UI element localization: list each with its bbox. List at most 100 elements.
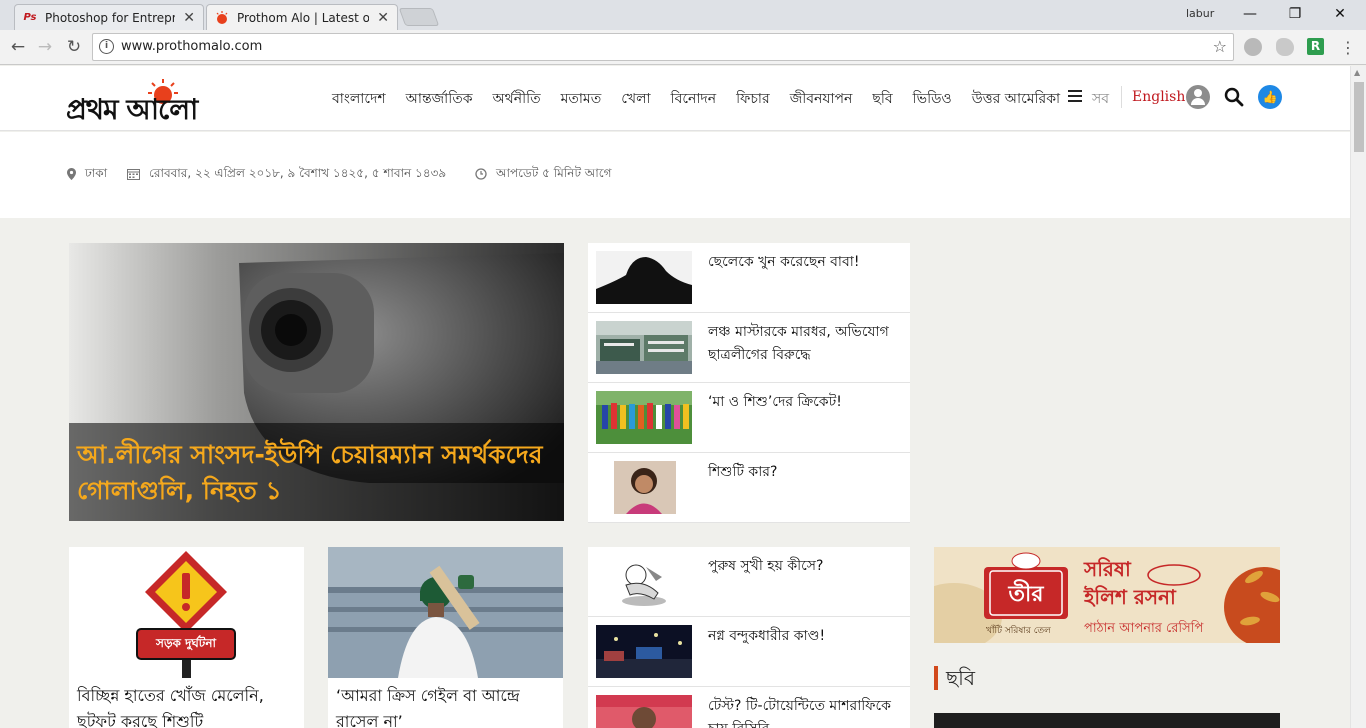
ad-title-line2: ইলিশ রসনা bbox=[1084, 585, 1176, 609]
story-headline[interactable]: শিশুটি কার? bbox=[708, 461, 903, 484]
new-tab-button[interactable] bbox=[398, 8, 440, 26]
lead-story-headline[interactable]: আ.লীগের সাংসদ-ইউপি চেয়ারম্যান সমর্থকদের… bbox=[77, 437, 557, 509]
photo-section-image[interactable] bbox=[934, 713, 1280, 728]
side-story-list-2: পুরুষ সুখী হয় কীসে? নগ্ন বন্দুকধারীর কা… bbox=[588, 547, 910, 728]
nav-item-north-america[interactable]: উত্তর আমেরিকা bbox=[972, 87, 1060, 111]
header-divider bbox=[1121, 86, 1122, 108]
story-headline[interactable]: নগ্ন বন্দুকধারীর কাণ্ড! bbox=[708, 625, 903, 648]
url-text[interactable]: www.prothomalo.com bbox=[121, 39, 262, 54]
list-item[interactable]: লঞ্চ মাস্টারকে মারধর, অভিযোগ ছাত্রলীগের … bbox=[588, 313, 910, 383]
story-headline[interactable]: ‘মা ও শিশু’দের ক্রিকেট! bbox=[708, 391, 903, 414]
location-text: ঢাকা bbox=[85, 166, 108, 180]
close-window-button[interactable]: ✕ bbox=[1320, 3, 1360, 25]
cloud-extension-icon[interactable] bbox=[1276, 38, 1294, 56]
story-card-image: সড়ক দুর্ঘটনা bbox=[69, 547, 304, 678]
browser-tab-bar: Ps Photoshop for Entrepren ✕ Prothom Alo… bbox=[0, 0, 1366, 30]
photoshop-favicon-icon: Ps bbox=[23, 12, 37, 23]
story-thumbnail bbox=[596, 391, 692, 444]
story-card[interactable]: ‘আমরা ক্রিস গেইল বা আন্দ্রে রাসেল না’ bbox=[328, 547, 563, 728]
tab-prothom-alo[interactable]: Prothom Alo | Latest onli ✕ bbox=[206, 4, 398, 30]
list-item[interactable]: পুরুষ সুখী হয় কীসে? bbox=[588, 547, 910, 617]
story-thumbnail bbox=[596, 461, 692, 514]
back-button[interactable]: ← bbox=[6, 36, 30, 58]
ad-subline: পাঠান আপনার রেসিপি bbox=[1084, 621, 1204, 636]
prothom-alo-favicon-icon bbox=[215, 10, 229, 25]
update-info: আপডেট ৫ মিনিট আগে bbox=[475, 165, 611, 185]
nav-item-bangladesh[interactable]: বাংলাদেশ bbox=[332, 87, 386, 111]
story-card-image bbox=[328, 547, 563, 678]
nav-item-opinion[interactable]: মতামত bbox=[561, 87, 602, 111]
location-info: ঢাকা bbox=[67, 165, 107, 185]
photo-section-title[interactable]: ছবি bbox=[934, 666, 975, 690]
reload-button[interactable]: ↻ bbox=[62, 36, 86, 58]
story-headline[interactable]: লঞ্চ মাস্টারকে মারধর, অভিযোগ ছাত্রলীগের … bbox=[708, 321, 903, 367]
nav-item-sports[interactable]: খেলা bbox=[621, 87, 650, 111]
nav-item-economy[interactable]: অর্থনীতি bbox=[493, 87, 541, 111]
nav-item-lifestyle[interactable]: জীবনযাপন bbox=[790, 87, 853, 111]
hamburger-menu-icon[interactable] bbox=[1068, 90, 1082, 102]
maximize-button[interactable]: ❐ bbox=[1275, 3, 1315, 25]
tab-title: Photoshop for Entrepren bbox=[45, 10, 176, 25]
prothom-alo-logo[interactable]: প্রথম আলো bbox=[66, 74, 266, 126]
nav-item-feature[interactable]: ফিচার bbox=[736, 87, 770, 111]
minimize-button[interactable]: — bbox=[1230, 3, 1270, 25]
side-story-list: ছেলেকে খুন করেছেন বাবা! লঞ্চ মাস্টারকে ম… bbox=[588, 243, 910, 523]
road-accident-sign-text: সড়ক দুর্ঘটনা bbox=[156, 636, 216, 650]
calendar-icon bbox=[127, 168, 140, 183]
story-thumbnail bbox=[596, 555, 692, 608]
profile-name[interactable]: labur bbox=[1186, 7, 1214, 20]
tab-title: Prothom Alo | Latest onli bbox=[237, 10, 370, 25]
english-version-link[interactable]: English bbox=[1132, 89, 1185, 105]
list-item[interactable]: টেস্ট? টি-টোয়েন্টিতে মাশরাফিকে চায় বিস… bbox=[588, 687, 910, 728]
tab-close-icon[interactable]: ✕ bbox=[183, 10, 195, 26]
map-pin-icon bbox=[67, 167, 76, 183]
tab-close-icon[interactable]: ✕ bbox=[377, 10, 389, 26]
all-sections-link[interactable]: সব bbox=[1092, 87, 1109, 111]
tab-photoshop[interactable]: Ps Photoshop for Entrepren ✕ bbox=[14, 4, 204, 30]
browser-toolbar: ← → ↻ i www.prothomalo.com ☆ R ⋮ bbox=[0, 30, 1366, 65]
lead-story[interactable]: আ.লীগের সাংসদ-ইউপি চেয়ারম্যান সমর্থকদের… bbox=[69, 243, 564, 521]
story-thumbnail bbox=[596, 251, 692, 304]
date-info: রোববার, ২২ এপ্রিল ২০১৮, ৯ বৈশাখ ১৪২৫, ৫ … bbox=[127, 165, 446, 185]
facebook-like-icon[interactable]: 👍 bbox=[1258, 85, 1282, 109]
nav-item-entertainment[interactable]: বিনোদন bbox=[671, 87, 717, 111]
list-item[interactable]: নগ্ন বন্দুকধারীর কাণ্ড! bbox=[588, 617, 910, 687]
forward-button[interactable]: → bbox=[33, 36, 57, 58]
address-bar[interactable]: i www.prothomalo.com ☆ bbox=[92, 33, 1234, 61]
story-card-headline[interactable]: বিচ্ছিন্ন হাতের খোঁজ মেলেনি, ছটফট করছে শ… bbox=[77, 683, 299, 728]
bookmark-star-icon[interactable]: ☆ bbox=[1213, 37, 1227, 56]
nav-item-international[interactable]: আন্তর্জাতিক bbox=[406, 87, 473, 111]
globe-extension-icon[interactable] bbox=[1244, 38, 1262, 56]
story-headline[interactable]: টেস্ট? টি-টোয়েন্টিতে মাশরাফিকে চায় বিস… bbox=[708, 695, 903, 728]
site-header: প্রথম আলো বাংলাদেশ আন্তর্জাতিক অর্থনীতি … bbox=[0, 66, 1350, 131]
ad-brand: তীর bbox=[1008, 582, 1044, 607]
site-info-icon[interactable]: i bbox=[99, 39, 114, 54]
user-account-icon[interactable] bbox=[1186, 85, 1210, 109]
scroll-up-arrow-icon[interactable]: ▲ bbox=[1354, 68, 1360, 77]
story-headline[interactable]: ছেলেকে খুন করেছেন বাবা! bbox=[708, 251, 903, 274]
nav-item-video[interactable]: ভিডিও bbox=[913, 87, 952, 111]
teer-mustard-oil-ad[interactable]: তীর সরিষা ইলিশ রসনা খাঁটি সরিষার তেল পাঠ… bbox=[934, 547, 1280, 643]
list-item[interactable]: ছেলেকে খুন করেছেন বাবা! bbox=[588, 243, 910, 313]
update-text: আপডেট ৫ মিনিট আগে bbox=[496, 166, 612, 180]
main-navigation: বাংলাদেশ আন্তর্জাতিক অর্থনীতি মতামত খেলা… bbox=[332, 87, 1080, 111]
nav-item-photo[interactable]: ছবি bbox=[872, 87, 892, 111]
story-thumbnail bbox=[596, 321, 692, 374]
search-icon[interactable] bbox=[1224, 87, 1244, 107]
scrollbar-thumb[interactable] bbox=[1354, 82, 1364, 152]
r-extension-icon[interactable]: R bbox=[1307, 38, 1324, 55]
date-text: রোববার, ২২ এপ্রিল ২০১৮, ৯ বৈশাখ ১৪২৫, ৫ … bbox=[149, 166, 447, 180]
story-card[interactable]: সড়ক দুর্ঘটনা বিচ্ছিন্ন হাতের খোঁজ মেলেন… bbox=[69, 547, 304, 728]
story-card-headline[interactable]: ‘আমরা ক্রিস গেইল বা আন্দ্রে রাসেল না’ bbox=[336, 683, 558, 728]
page-scrollbar[interactable]: ▲ bbox=[1350, 66, 1366, 728]
list-item[interactable]: শিশুটি কার? bbox=[588, 453, 910, 523]
web-page: প্রথম আলো বাংলাদেশ আন্তর্জাতিক অর্থনীতি … bbox=[0, 66, 1350, 728]
ad-tagline: খাঁটি সরিষার তেল bbox=[986, 626, 1051, 636]
story-thumbnail bbox=[596, 625, 692, 678]
clock-icon bbox=[475, 167, 487, 183]
browser-menu-icon[interactable]: ⋮ bbox=[1338, 38, 1358, 58]
story-headline[interactable]: পুরুষ সুখী হয় কীসে? bbox=[708, 555, 903, 578]
story-thumbnail bbox=[596, 695, 692, 728]
list-item[interactable]: ‘মা ও শিশু’দের ক্রিকেট! bbox=[588, 383, 910, 453]
logo-wordmark: প্রথম আলো bbox=[66, 93, 198, 126]
